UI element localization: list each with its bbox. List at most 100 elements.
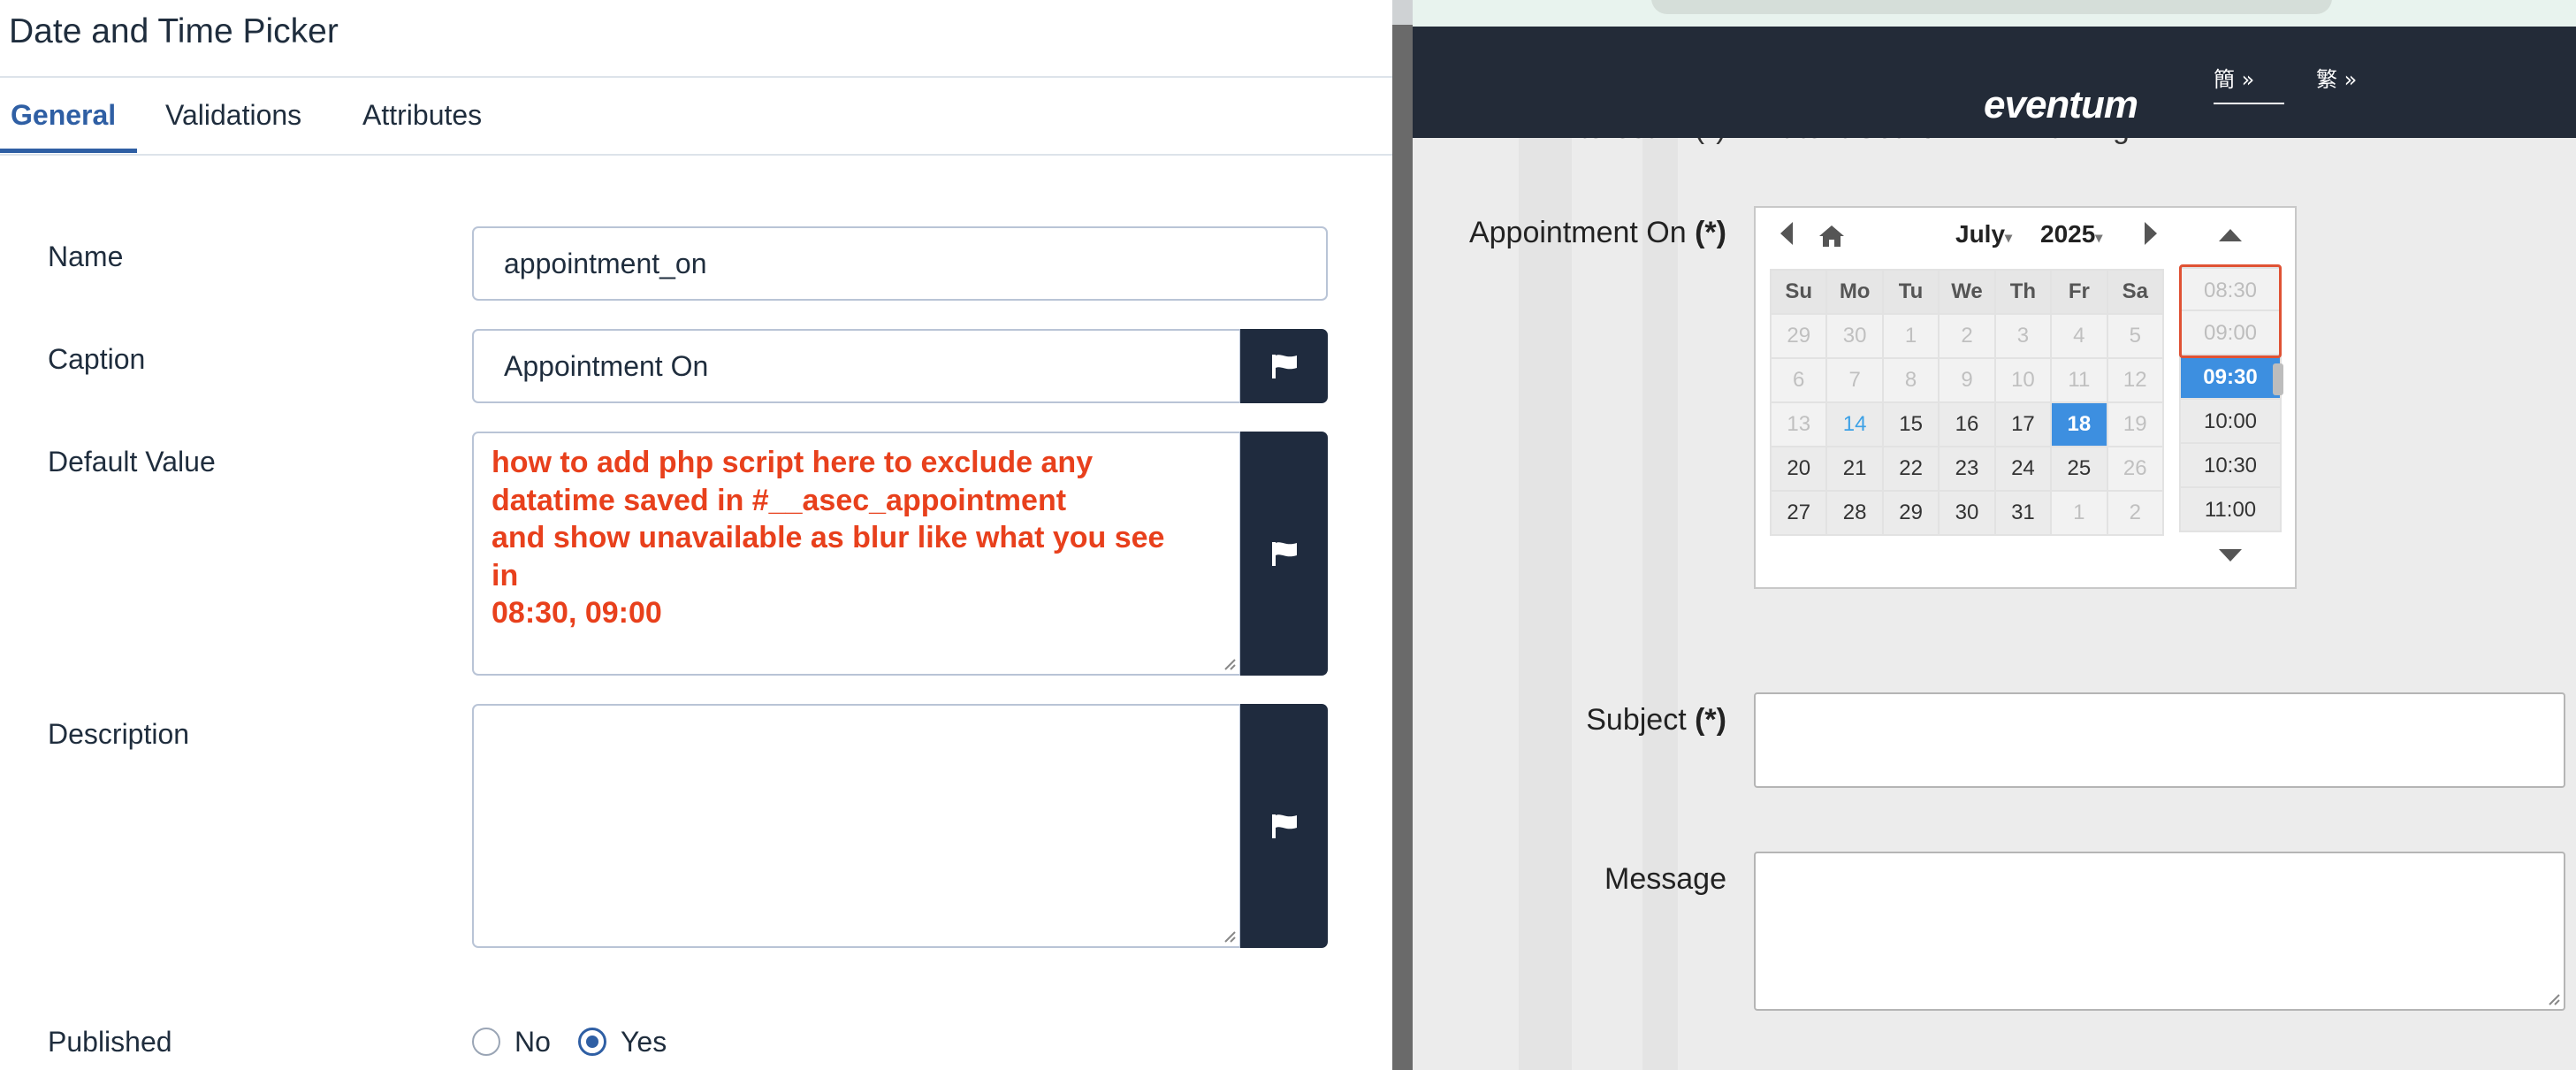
tab-attributes[interactable]: Attributes	[362, 99, 482, 132]
name-input[interactable]: appointment_on	[472, 226, 1328, 301]
caption-input[interactable]: Appointment On	[472, 329, 1241, 403]
default-value-translate-button[interactable]	[1240, 432, 1328, 676]
time-option-selected[interactable]: 09:30	[2179, 355, 2282, 400]
caption-translate-button[interactable]	[1240, 329, 1328, 403]
flag-icon	[1271, 542, 1297, 566]
calendar-day[interactable]: 5	[2106, 313, 2165, 359]
resize-grip-icon[interactable]	[2546, 991, 2560, 1005]
resize-grip-icon[interactable]	[1222, 656, 1236, 670]
title-divider	[0, 76, 1392, 78]
description-textarea[interactable]	[472, 704, 1241, 948]
calendar-week: 27 28 29 30 31 1 2	[1769, 490, 2165, 536]
calendar-day-selected[interactable]: 18	[2050, 401, 2108, 447]
site-navbar: eventum 簡 » 繁 »	[1413, 27, 2576, 138]
window-divider	[1392, 0, 1413, 1070]
calendar-day[interactable]: 2	[2106, 490, 2165, 536]
calendar-day[interactable]: 22	[1881, 446, 1940, 492]
calendar-day[interactable]: 3	[1993, 313, 2053, 359]
unavailable-times-highlight	[2179, 264, 2282, 358]
appointment-on-label: Appointment On (*)	[1468, 216, 1726, 249]
calendar-week: 29 30 1 2 3 4 5	[1769, 313, 2165, 359]
tabs-divider	[0, 154, 1392, 156]
calendar-day[interactable]: 11	[2050, 357, 2108, 403]
weekday-label: Fr	[2050, 269, 2108, 315]
calendar-day[interactable]: 23	[1938, 446, 1996, 492]
calendar-day[interactable]: 25	[2050, 446, 2108, 492]
time-option[interactable]: 10:30	[2179, 444, 2282, 488]
prev-month-icon[interactable]	[1780, 222, 1793, 245]
month-select[interactable]: July▾	[1955, 220, 2012, 248]
description-translate-button[interactable]	[1240, 704, 1328, 948]
default-value-text: how to add php script here to exclude an…	[492, 446, 1165, 630]
calendar-day[interactable]: 6	[1769, 357, 1828, 403]
calendar-day[interactable]: 15	[1881, 401, 1940, 447]
calendar-day[interactable]: 24	[1993, 446, 2053, 492]
time-option[interactable]: 11:00	[2179, 488, 2282, 532]
calendar-day[interactable]: 16	[1938, 401, 1996, 447]
calendar-day[interactable]: 28	[1825, 490, 1884, 536]
default-value-textarea[interactable]: how to add php script here to exclude an…	[472, 432, 1241, 676]
calendar-day[interactable]: 21	[1825, 446, 1884, 492]
calendar-day[interactable]: 9	[1938, 357, 1996, 403]
caption-label: Caption	[48, 343, 146, 375]
calendar-day[interactable]: 30	[1825, 313, 1884, 359]
calendar-week: 20 21 22 23 24 25 26	[1769, 446, 2165, 492]
calendar-day[interactable]: 20	[1769, 446, 1828, 492]
published-yes-label[interactable]: Yes	[621, 1026, 667, 1059]
calendar-day[interactable]: 27	[1769, 490, 1828, 536]
weekday-label: Th	[1993, 269, 2053, 315]
calendar-day[interactable]: 30	[1938, 490, 1996, 536]
calendar-day[interactable]: 2	[1938, 313, 1996, 359]
description-label: Description	[48, 718, 190, 750]
time-option[interactable]: 10:00	[2179, 400, 2282, 444]
flag-icon	[1271, 814, 1297, 838]
time-scroll-up-icon[interactable]	[2219, 229, 2242, 241]
published-no-radio[interactable]	[472, 1028, 500, 1056]
calendar-day[interactable]: 29	[1769, 313, 1828, 359]
calendar-week: 13 14 15 16 17 18 19	[1769, 401, 2165, 447]
calendar-day[interactable]: 26	[2106, 446, 2165, 492]
calendar-day[interactable]: 29	[1881, 490, 1940, 536]
search-pill	[1651, 0, 2332, 14]
calendar-day[interactable]: 8	[1881, 357, 1940, 403]
weekday-label: Su	[1769, 269, 1828, 315]
home-icon[interactable]	[1818, 224, 1846, 248]
published-no-label[interactable]: No	[514, 1026, 551, 1059]
calendar-day[interactable]: 10	[1993, 357, 2053, 403]
message-textarea[interactable]	[1754, 852, 2565, 1011]
calendar-day[interactable]: 13	[1769, 401, 1828, 447]
panel-title: Date and Time Picker	[9, 12, 339, 50]
year-select[interactable]: 2025▾	[2040, 220, 2102, 248]
window-divider-top	[1392, 0, 1413, 25]
active-tab-indicator	[0, 149, 137, 153]
lang-active-underline	[2214, 103, 2284, 104]
calendar-week: 6 7 8 9 10 11 12	[1769, 357, 2165, 403]
lang-traditional-link[interactable]: 繁 »	[2316, 62, 2357, 93]
weekday-label: Sa	[2106, 269, 2165, 315]
calendar-day[interactable]: 1	[2050, 490, 2108, 536]
calendar-day[interactable]: 12	[2106, 357, 2165, 403]
calendar-day-today[interactable]: 14	[1825, 401, 1884, 447]
next-month-icon[interactable]	[2145, 222, 2157, 245]
eventum-logo[interactable]: eventum	[1984, 83, 2138, 127]
calendar-day[interactable]: 7	[1825, 357, 1884, 403]
calendar-day[interactable]: 1	[1881, 313, 1940, 359]
name-label: Name	[48, 241, 124, 272]
weekday-label: Tu	[1881, 269, 1940, 315]
subject-input[interactable]	[1754, 692, 2565, 788]
website-preview: Interest in (*) □ Patent Search □ IP Tra…	[1413, 0, 2576, 1070]
resize-grip-icon[interactable]	[1222, 929, 1236, 943]
calendar-day[interactable]: 19	[2106, 401, 2165, 447]
tab-general[interactable]: General	[11, 99, 116, 132]
lang-simplified-link[interactable]: 簡 »	[2214, 62, 2254, 93]
calendar-day[interactable]: 4	[2050, 313, 2108, 359]
bg-decoration	[1642, 133, 1678, 1070]
tab-validations[interactable]: Validations	[165, 99, 301, 132]
message-label: Message	[1604, 862, 1726, 896]
flag-icon	[1271, 355, 1297, 378]
published-yes-radio[interactable]	[578, 1028, 606, 1056]
time-list-scrollbar[interactable]	[2273, 363, 2283, 395]
calendar-day[interactable]: 31	[1993, 490, 2053, 536]
calendar-day[interactable]: 17	[1993, 401, 2053, 447]
time-scroll-down-icon[interactable]	[2219, 549, 2242, 562]
